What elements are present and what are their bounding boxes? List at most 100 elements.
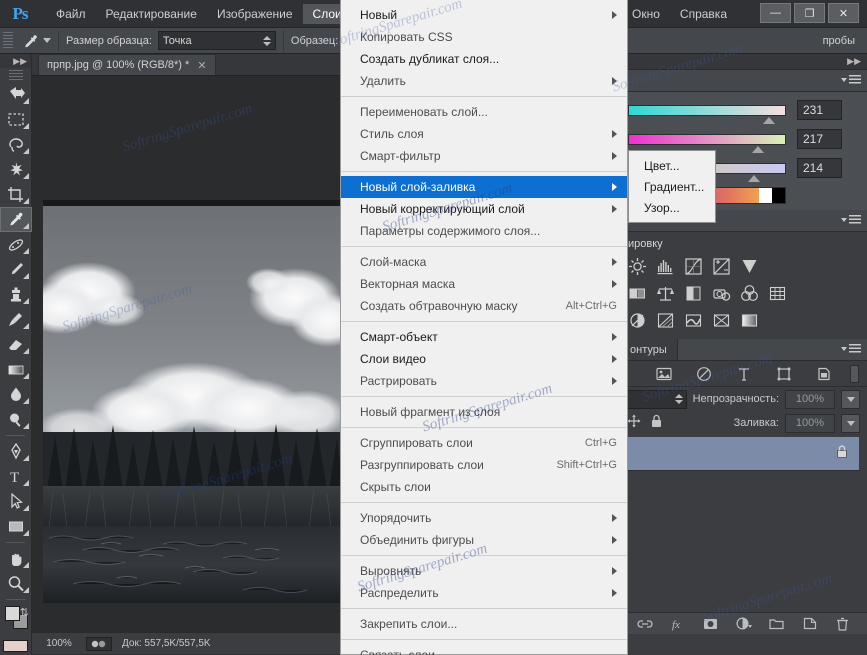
minimize-button[interactable]: —	[760, 3, 791, 23]
dodge-tool[interactable]	[0, 407, 32, 432]
tool-preset-chevron-down-icon[interactable]	[43, 38, 51, 43]
menu-item[interactable]: Параметры содержимого слоя...	[341, 220, 627, 242]
tab-contours[interactable]: онтуры	[620, 339, 678, 360]
menu-item[interactable]: Создать обтравочную маску Alt+Ctrl+G	[341, 295, 627, 317]
color-slider-R[interactable]	[628, 104, 786, 124]
slider-knob[interactable]	[747, 174, 760, 182]
sample-size-select[interactable]: Точка	[157, 31, 276, 50]
menu-item[interactable]: Разгруппировать слои Shift+Ctrl+G	[341, 454, 627, 476]
menu-right-1[interactable]: Справка	[670, 3, 737, 25]
type-tool[interactable]: T	[0, 464, 32, 489]
color-panel-menu-icon[interactable]	[841, 75, 861, 84]
curves-icon[interactable]	[682, 255, 704, 277]
color-value-G[interactable]: 217	[797, 129, 842, 149]
menu-item[interactable]: Объединить фигуры	[341, 529, 627, 551]
type-filter-icon[interactable]	[735, 365, 753, 383]
close-button[interactable]: ✕	[828, 3, 859, 23]
layers-filter-toggle[interactable]	[850, 364, 859, 383]
threshold-icon[interactable]	[682, 309, 704, 331]
tools-grip[interactable]	[9, 70, 23, 80]
white-swatch[interactable]	[759, 188, 772, 203]
lock-position-icon[interactable]	[627, 414, 641, 433]
menu-item[interactable]: Новый слой-заливка	[341, 176, 627, 198]
slider-knob[interactable]	[762, 116, 775, 124]
menu-item[interactable]: Скрыть слои	[341, 476, 627, 498]
eraser-tool[interactable]	[0, 332, 32, 357]
menu-item[interactable]: Создать дубликат слоя...	[341, 48, 627, 70]
layer-row-background[interactable]	[622, 437, 859, 471]
menu-item[interactable]: Переименовать слой...	[341, 101, 627, 123]
crop-tool[interactable]	[0, 182, 32, 207]
menu-right-0[interactable]: Окно	[622, 3, 670, 25]
lock-all-icon[interactable]	[650, 414, 663, 433]
menu-item[interactable]: Сгруппировать слои Ctrl+G	[341, 432, 627, 454]
black-swatch[interactable]	[772, 188, 785, 203]
fill-value[interactable]: 100%	[785, 413, 835, 433]
lasso-tool[interactable]	[0, 132, 32, 157]
delete-layer-icon[interactable]	[835, 616, 851, 632]
brush-tool[interactable]	[0, 257, 32, 282]
layers-dropdown-menu[interactable]: Новый Копировать CSS Создать дубликат слоя…	[340, 0, 628, 655]
posterize-icon[interactable]	[654, 309, 676, 331]
blend-mode-stepper-icon[interactable]	[674, 394, 683, 404]
channel-mixer-icon[interactable]	[738, 282, 760, 304]
submenu-item[interactable]: Градиент...	[629, 176, 715, 197]
new-fill-adjustment-icon[interactable]	[735, 616, 752, 632]
document-tab[interactable]: прпр.jpg @ 100% (RGB/8*) * ✕	[38, 54, 216, 75]
opacity-value[interactable]: 100%	[785, 389, 835, 409]
sample-size-stepper-icon[interactable]	[262, 35, 271, 46]
gradient-tool[interactable]	[0, 357, 32, 382]
menu-item[interactable]: Выровнять	[341, 560, 627, 582]
history-brush-tool[interactable]	[0, 307, 32, 332]
smartobject-filter-icon[interactable]	[815, 365, 833, 383]
color-balance-icon[interactable]	[654, 282, 676, 304]
healing-brush-tool[interactable]	[0, 232, 32, 257]
fill-dropdown-icon[interactable]	[841, 413, 860, 433]
levels-icon[interactable]	[654, 255, 676, 277]
options-bar-grip[interactable]	[3, 31, 13, 50]
magic-wand-tool[interactable]	[0, 157, 32, 182]
marquee-tool[interactable]	[0, 107, 32, 132]
quick-mask-toggle[interactable]	[3, 640, 28, 652]
brightness-contrast-icon[interactable]	[626, 255, 648, 277]
layers-panel-menu-icon[interactable]	[841, 344, 861, 353]
black-white-icon[interactable]	[682, 282, 704, 304]
blur-tool[interactable]	[0, 382, 32, 407]
shape-filter-icon[interactable]	[775, 365, 793, 383]
photo-filter-icon[interactable]	[710, 282, 732, 304]
menu-item[interactable]: Новый	[341, 4, 627, 26]
clone-stamp-tool[interactable]	[0, 282, 32, 307]
menu-item[interactable]: Стиль слоя	[341, 123, 627, 145]
menu-item[interactable]: Слой-маска	[341, 251, 627, 273]
menu-item[interactable]: Связать слои	[341, 644, 627, 655]
rectangle-tool[interactable]	[0, 514, 32, 539]
new-layer-icon[interactable]	[802, 616, 818, 632]
menu-item[interactable]: Слои видео	[341, 348, 627, 370]
menu-1[interactable]: Редактирование	[96, 4, 207, 24]
menu-item[interactable]: Упорядочить	[341, 507, 627, 529]
zoom-level[interactable]: 100%	[32, 638, 86, 649]
slider-knob[interactable]	[752, 145, 765, 153]
path-selection-tool[interactable]	[0, 489, 32, 514]
menu-item[interactable]: Растрировать	[341, 370, 627, 392]
menu-item[interactable]: Новый фрагмент из слоя	[341, 401, 627, 423]
foreground-color-swatch[interactable]	[5, 606, 20, 621]
adjustments-panel-menu-icon[interactable]	[841, 215, 861, 224]
swap-colors-icon[interactable]: ⇅	[20, 606, 29, 619]
color-value-B[interactable]: 214	[797, 158, 842, 178]
hand-tool[interactable]	[0, 546, 32, 571]
new-group-icon[interactable]	[769, 616, 785, 632]
layer-style-icon[interactable]: fx	[670, 616, 686, 632]
move-tool[interactable]	[0, 82, 32, 107]
menu-item[interactable]: Смарт-объект	[341, 326, 627, 348]
image-canvas[interactable]	[43, 200, 343, 603]
hue-saturation-icon[interactable]	[626, 282, 648, 304]
menu-2[interactable]: Изображение	[207, 4, 303, 24]
menu-item[interactable]: Смарт-фильтр	[341, 145, 627, 167]
menu-item[interactable]: Удалить	[341, 70, 627, 92]
menu-0[interactable]: Файл	[46, 4, 96, 24]
eyedropper-tool[interactable]	[0, 207, 32, 232]
menu-item[interactable]: Копировать CSS	[341, 26, 627, 48]
opacity-dropdown-icon[interactable]	[841, 389, 860, 409]
gradient-map-icon[interactable]	[738, 309, 760, 331]
